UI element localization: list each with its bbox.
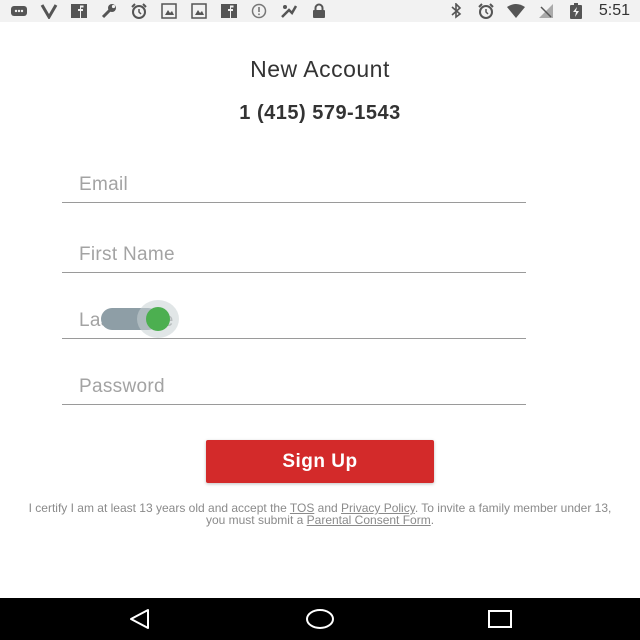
bluetooth-icon	[447, 3, 465, 19]
email-field-container	[62, 168, 526, 203]
status-bar: 5:51	[0, 0, 640, 22]
password-field[interactable]	[62, 370, 526, 404]
clock-time: 5:51	[598, 2, 630, 19]
image-icon	[160, 3, 178, 19]
wrench-icon	[100, 3, 118, 19]
v-icon	[40, 3, 58, 19]
battery-icon	[567, 3, 585, 19]
info-icon	[250, 3, 268, 19]
image-icon	[190, 3, 208, 19]
recents-icon[interactable]	[487, 607, 513, 631]
back-icon[interactable]	[127, 607, 153, 631]
toggle-thumb[interactable]	[146, 307, 170, 331]
toggle-switch[interactable]	[101, 300, 179, 338]
sensor-icon	[280, 3, 298, 19]
signal-icon	[537, 3, 555, 19]
phone-number: 1 (415) 579-1543	[239, 102, 401, 124]
legal-text: I certify I am at least 13 years old and…	[20, 502, 620, 526]
alarm-icon	[130, 3, 148, 19]
first-name-field-container	[62, 238, 526, 273]
legal-text-part: .	[430, 513, 435, 527]
status-bar-right: 5:51	[447, 2, 630, 20]
email-field[interactable]	[62, 168, 526, 202]
sign-up-button[interactable]: Sign Up	[206, 440, 434, 483]
first-name-field[interactable]	[62, 238, 526, 272]
facebook-icon	[70, 3, 88, 19]
message-icon	[10, 3, 28, 19]
navigation-bar	[0, 598, 640, 640]
home-icon[interactable]	[305, 607, 335, 631]
status-bar-left	[10, 3, 328, 19]
page-title: New Account	[250, 56, 390, 82]
facebook-icon	[220, 3, 238, 19]
password-field-container	[62, 370, 526, 405]
lock-icon	[310, 3, 328, 19]
wifi-icon	[506, 3, 525, 19]
alarm-icon	[477, 3, 495, 19]
parental-consent-link[interactable]: Parental Consent Form	[307, 513, 431, 527]
